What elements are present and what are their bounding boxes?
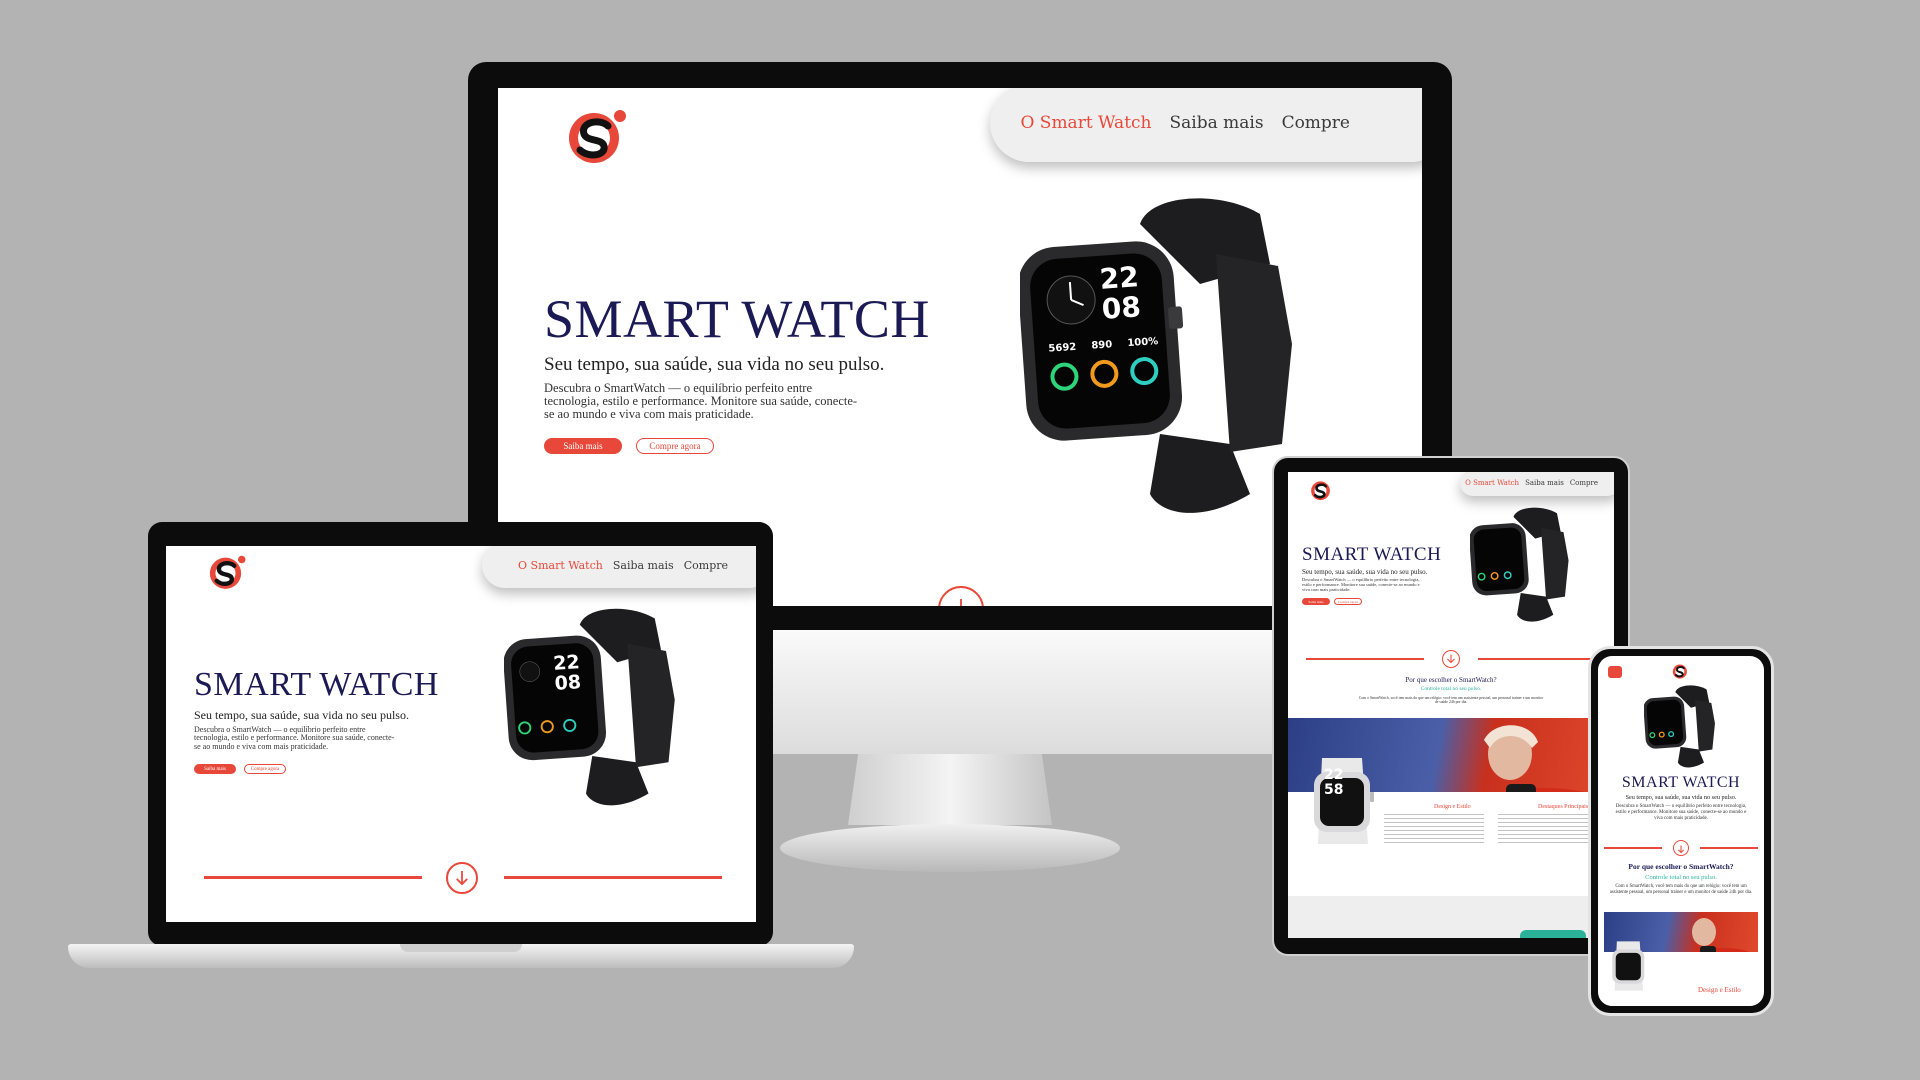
- scroll-down-button[interactable]: [1673, 840, 1689, 856]
- smartwatch-image: [1644, 685, 1715, 768]
- section-heading: Por que escolher o SmartWatch?: [1628, 862, 1734, 871]
- hero-description: Descubra o SmartWatch — o equilíbrio per…: [1302, 577, 1420, 592]
- tablet-screen: O Smart Watch Saiba mais Compre SMART WA…: [1288, 472, 1614, 938]
- logo-icon: [569, 110, 626, 163]
- saiba-mais-button[interactable]: Saiba mais: [544, 438, 622, 454]
- nav-bar: O Smart Watch Saiba mais Compre: [1460, 472, 1614, 496]
- hero-subtitle: Seu tempo, sua saúde, sua vida no seu pu…: [194, 708, 409, 722]
- hero-title: SMART WATCH: [1621, 774, 1741, 791]
- watch2-hour: 22: [1324, 767, 1344, 783]
- nav-bar: O Smart Watch Saiba mais Compre: [482, 546, 756, 588]
- nav-item-saiba-mais[interactable]: Saiba mais: [1525, 479, 1564, 487]
- section-text: Com o SmartWatch, você tem mais do que u…: [1609, 884, 1753, 895]
- feature-highlights-title: Destaques Principais: [1538, 804, 1589, 810]
- smartwatch-image: 22 08: [503, 606, 678, 806]
- phone-screen: SMART WATCH Seu tempo, sua saúde, sua vi…: [1598, 656, 1764, 1006]
- compre-agora-button[interactable]: Compre agora: [244, 764, 286, 774]
- logo-icon: [1672, 664, 1687, 679]
- divider-right: [504, 876, 722, 879]
- nav-bar: O Smart Watch Saiba mais Compre: [990, 88, 1422, 162]
- watch-stat-steps: 5692: [1048, 341, 1077, 355]
- hero-subtitle: Seu tempo, sua saúde, sua vida no seu pu…: [544, 354, 885, 375]
- divider-left: [204, 876, 422, 879]
- arrow-down-icon: [960, 598, 962, 606]
- nav-item-smart-watch[interactable]: O Smart Watch: [518, 559, 603, 572]
- nav-item-saiba-mais[interactable]: Saiba mais: [1170, 113, 1264, 133]
- watch-illustration: [503, 608, 675, 806]
- hero-description: Descubra o SmartWatch — o equilíbrio per…: [1615, 804, 1747, 821]
- arrow-down-icon: [1678, 845, 1684, 854]
- hero-subtitle: Seu tempo, sua saúde, sua vida no seu pu…: [1302, 568, 1428, 576]
- logo-icon: [209, 555, 246, 589]
- watch2-minute: 58: [1324, 781, 1344, 798]
- section-heading: Por que escolher o SmartWatch?: [1405, 676, 1497, 684]
- divider-right: [1478, 658, 1596, 660]
- divider-left: [1306, 658, 1424, 660]
- compre-agora-button[interactable]: Compre agora: [636, 438, 714, 454]
- nav-item-compre[interactable]: Compre: [684, 559, 728, 572]
- menu-icon[interactable]: [1608, 666, 1622, 678]
- saiba-mais-button[interactable]: Saiba mais: [194, 764, 236, 774]
- smartwatch-image: 22 08 5692 890 100%: [1017, 194, 1296, 514]
- arrow-down-icon: [456, 871, 468, 886]
- divider-right: [1700, 847, 1758, 849]
- feature-design-text: [1384, 814, 1484, 846]
- arrow-down-icon: [1447, 654, 1455, 664]
- clock-face-icon: [1046, 275, 1096, 325]
- feature-design-title: Design e Estilo: [1698, 986, 1741, 994]
- white-watch-image: [1612, 941, 1645, 991]
- watch-stat-calories: 890: [1091, 339, 1113, 352]
- watch-minute: 08: [1100, 290, 1142, 326]
- feature-design-title: Design e Estilo: [1434, 804, 1471, 810]
- nav-item-saiba-mais[interactable]: Saiba mais: [613, 559, 674, 572]
- hero-title: SMART WATCH: [1302, 544, 1442, 565]
- teal-button[interactable]: [1520, 930, 1586, 938]
- section-text: Com o SmartWatch, você tem mais do que u…: [1358, 696, 1544, 705]
- activity-rings-icon: [1050, 357, 1159, 391]
- nav-item-smart-watch[interactable]: O Smart Watch: [1465, 479, 1519, 487]
- scroll-down-button[interactable]: [446, 862, 478, 894]
- hero-description: Descubra o SmartWatch — o equilíbrio per…: [544, 381, 858, 422]
- compre-agora-button[interactable]: Compre agora: [1334, 598, 1362, 605]
- saiba-mais-button[interactable]: Saiba mais: [1302, 598, 1330, 605]
- hero-title: SMART WATCH: [194, 666, 439, 703]
- white-watch-image: [1314, 758, 1374, 844]
- hero-description: Descubra o SmartWatch — o equilíbrio per…: [194, 725, 395, 751]
- hero-title: SMART WATCH: [544, 289, 930, 349]
- nav-item-smart-watch[interactable]: O Smart Watch: [1020, 113, 1151, 133]
- smartwatch-image: [1470, 507, 1569, 622]
- hero-subtitle: Seu tempo, sua saúde, sua vida no seu pu…: [1625, 794, 1737, 801]
- nav-item-compre[interactable]: Compre: [1282, 113, 1350, 133]
- scroll-down-button[interactable]: [938, 586, 984, 606]
- watch-minute: 08: [553, 671, 582, 695]
- laptop-notch: [400, 944, 522, 952]
- watch-stat-battery: 100%: [1127, 336, 1159, 350]
- scroll-down-button[interactable]: [1442, 650, 1460, 668]
- watch-hour: 22: [1098, 260, 1140, 296]
- section-subheading: Controle total no seu pulso.: [1645, 874, 1717, 881]
- section-subheading: Controle total no seu pulso.: [1420, 686, 1482, 692]
- divider-left: [1604, 847, 1662, 849]
- nav-item-compre[interactable]: Compre: [1570, 479, 1598, 487]
- logo-icon: [1311, 481, 1330, 501]
- laptop-screen: O Smart Watch Saiba mais Compre SMART WA…: [166, 546, 756, 922]
